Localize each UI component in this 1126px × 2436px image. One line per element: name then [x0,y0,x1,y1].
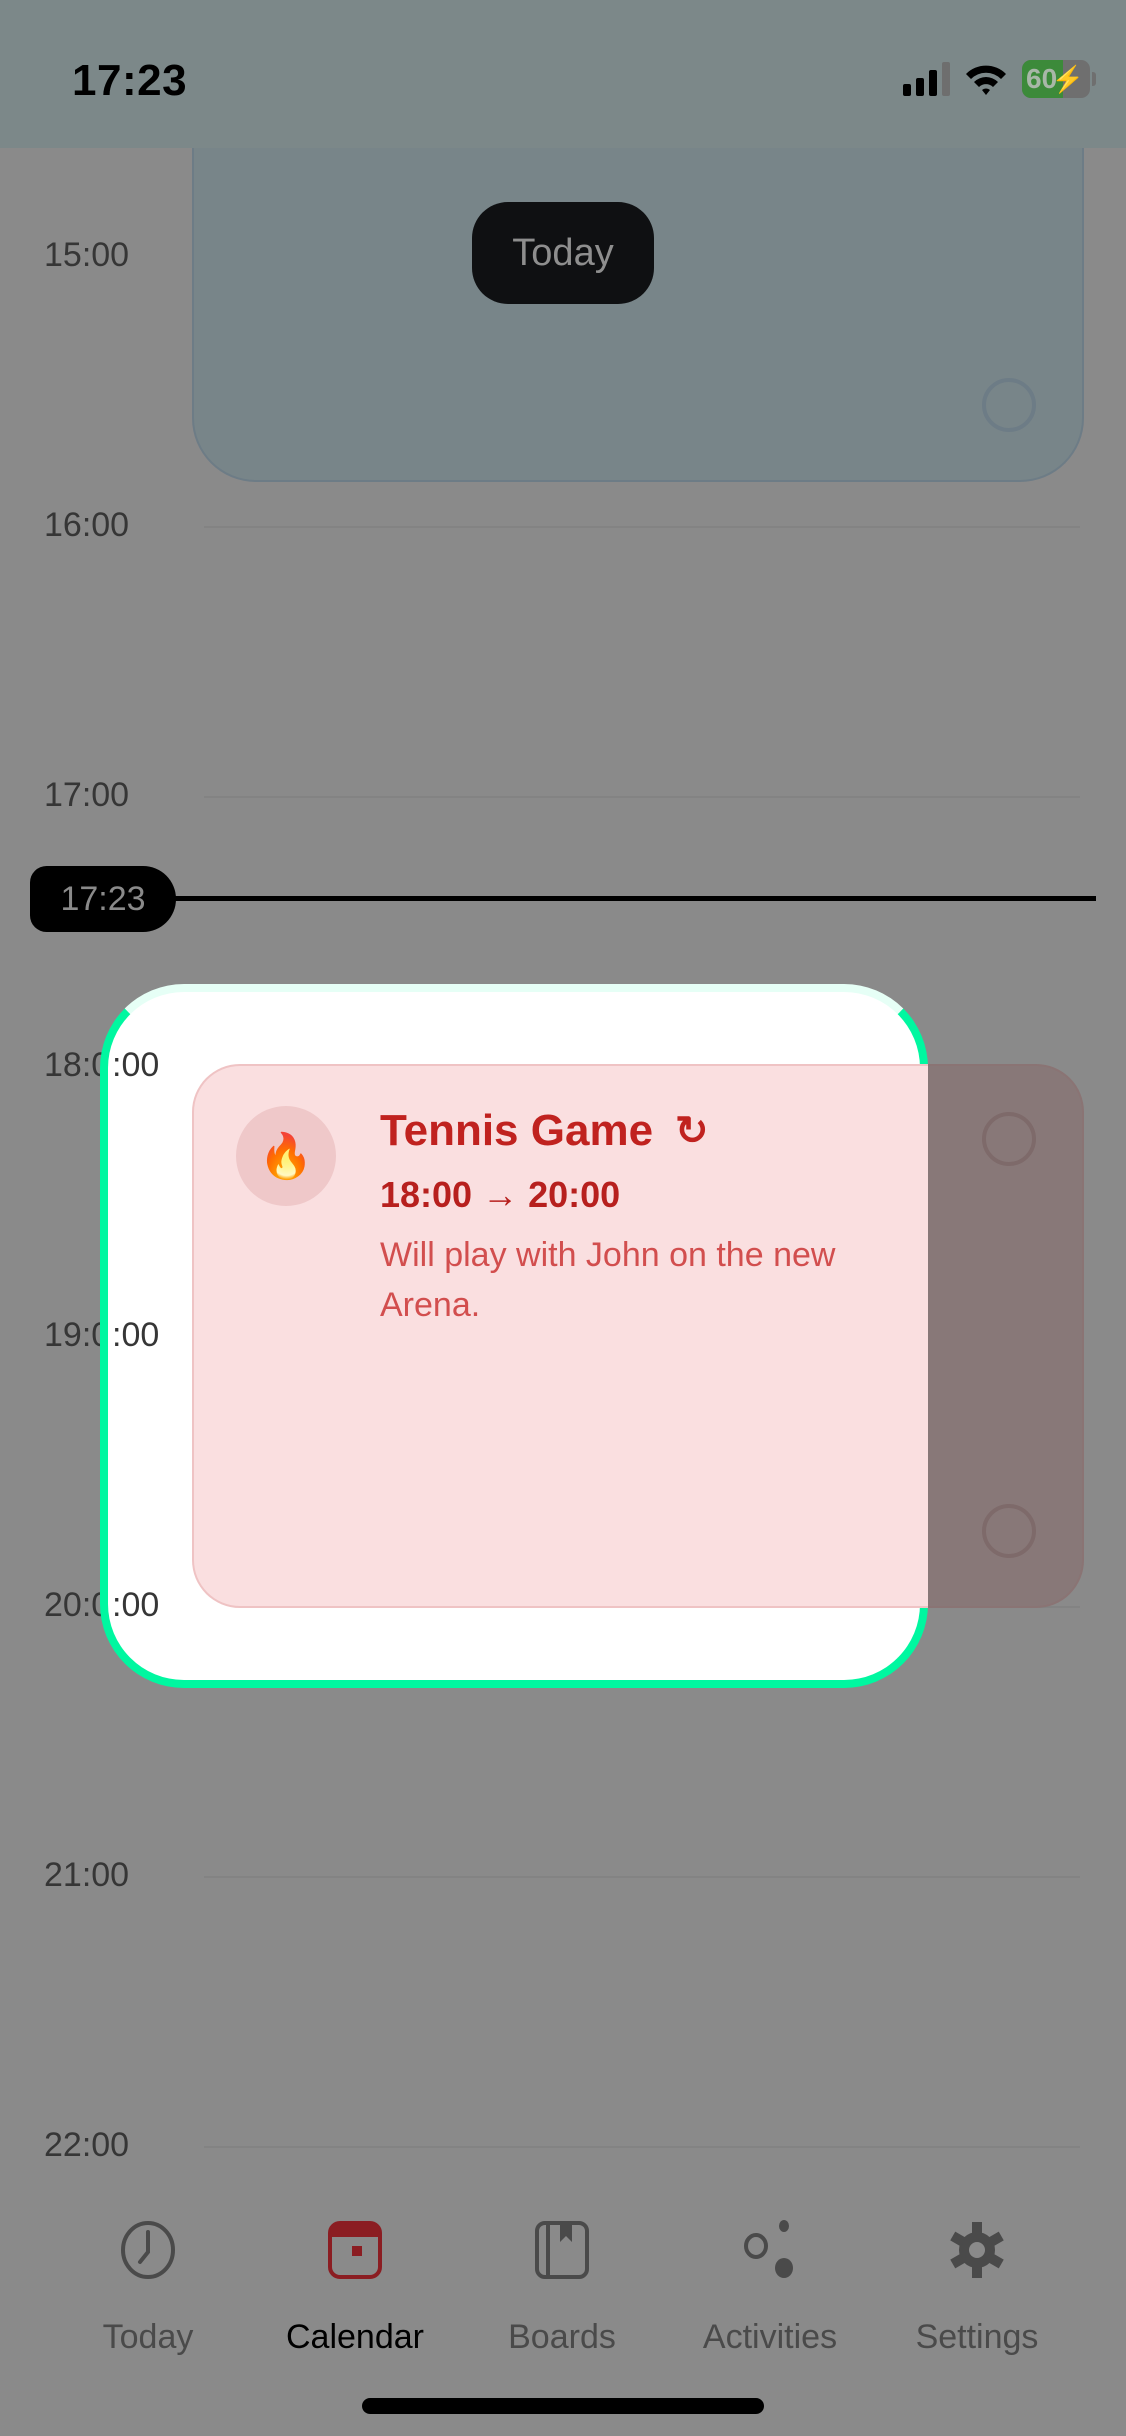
drag-hour-fragment-19: :00 [112,1316,160,1354]
activities-icon [740,2220,800,2280]
calendar-icon [325,2220,385,2280]
status-icons: 60 ⚡ [903,60,1096,98]
calendar-event-previous[interactable] [192,140,1084,482]
event-description: Will play with John on the new Arena. [380,1236,836,1324]
hour-label-21: 21:00 [44,1856,130,1894]
event-time-range: 18:00 → 20:00 [380,1174,621,1215]
event-title: Tennis Game [380,1106,654,1155]
drag-hour-fragment-20: :00 [112,1586,160,1624]
drag-hour-fragment-18: :00 [112,1046,160,1084]
tab-label: Settings [915,2318,1039,2356]
hour-line-17 [204,796,1080,798]
hour-line-21 [204,1876,1080,1878]
hour-label-16: 16:00 [44,506,130,544]
status-time: 17:23 [72,56,188,105]
clock-icon [118,2220,178,2280]
calendar-event-tennis[interactable]: 🔥 Tennis Game ↻ 18:00 → 20:00 Will play … [192,1064,928,1608]
hour-line-22 [204,2146,1080,2148]
hour-label-15: 15:00 [44,236,130,274]
today-button[interactable]: Today [472,202,654,304]
tab-label: Today [102,2318,194,2356]
hour-line-16 [204,526,1080,528]
tab-label: Boards [508,2318,616,2356]
home-indicator[interactable] [362,2398,764,2414]
tab-activities[interactable]: Activities [670,2220,870,2357]
tab-boards[interactable]: Boards [462,2220,662,2357]
book-icon [532,2220,592,2280]
complete-checkbox-bottom[interactable] [982,1504,1036,1558]
gear-icon [947,2220,1007,2280]
tab-calendar[interactable]: Calendar [255,2220,455,2357]
repeat-icon: ↻ [675,1109,709,1153]
battery-tip [1092,72,1096,86]
event-title-row: Tennis Game ↻ [380,1106,709,1156]
tab-settings[interactable]: Settings [877,2220,1077,2357]
hour-label-17: 17:00 [44,776,130,814]
complete-checkbox-top[interactable] [982,1112,1036,1166]
tab-today[interactable]: Today [48,2220,248,2357]
charging-bolt-icon: ⚡ [1051,64,1084,94]
tab-label: Calendar [286,2318,424,2356]
hour-label-22: 22:00 [44,2126,130,2164]
cellular-signal-icon [903,62,950,96]
wifi-icon [966,65,1006,95]
fire-icon: 🔥 [258,1132,314,1181]
event-emoji-badge: 🔥 [236,1106,336,1206]
complete-checkbox[interactable] [982,378,1036,432]
current-time-badge: 17:23 [30,866,176,932]
battery-icon: 60 ⚡ [1022,60,1090,98]
tab-label: Activities [702,2318,838,2356]
current-time-line [160,896,1096,901]
status-bar: 17:23 60 ⚡ [0,0,1126,148]
